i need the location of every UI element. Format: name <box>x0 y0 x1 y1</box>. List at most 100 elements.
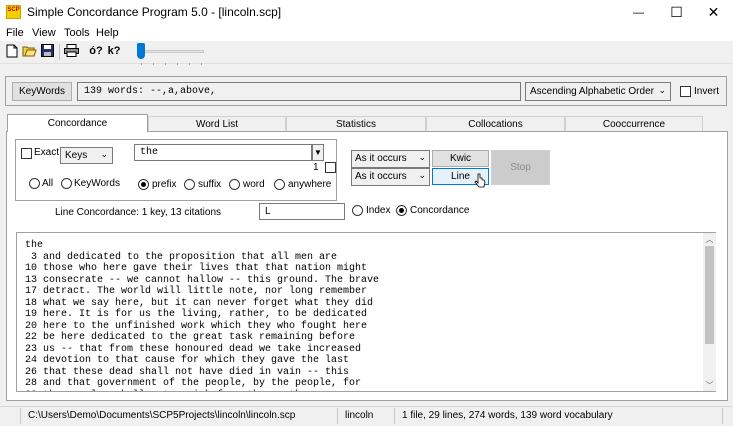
primary-sort-select[interactable]: As it occurs ⌄ <box>351 150 430 168</box>
chevron-down-icon: ▼ <box>314 148 322 157</box>
match-word-radio[interactable] <box>229 179 240 190</box>
slider-tick <box>177 63 178 65</box>
toolbar-separator <box>59 44 60 60</box>
invert-checkbox[interactable] <box>680 86 691 97</box>
chevron-down-icon: ⌄ <box>418 152 426 162</box>
scope-keywords-label: KeyWords <box>74 178 120 189</box>
scroll-down-icon[interactable]: ﹀ <box>703 379 716 391</box>
maximize-icon: ☐ <box>670 4 683 20</box>
concordance-output[interactable]: the 3 and dedicated to the proposition t… <box>16 232 716 392</box>
stop-button[interactable]: Stop <box>491 150 550 185</box>
match-anywhere-radio[interactable] <box>274 179 285 190</box>
secondary-sort-value: As it occurs <box>355 171 407 182</box>
match-prefix-label: prefix <box>152 179 177 190</box>
status-separator <box>337 408 338 424</box>
maximize-button[interactable]: ☐ <box>658 0 695 25</box>
status-separator <box>20 408 21 424</box>
app-icon: SCP <box>6 5 21 19</box>
search-input[interactable]: the <box>134 144 312 161</box>
search-history-dropdown[interactable]: ▼ <box>312 144 324 161</box>
sort-order-value: Ascending Alphabetic Order <box>530 86 654 97</box>
exact-label: Exact <box>34 147 60 158</box>
output-line: 28 and that government of the people, by… <box>25 378 362 389</box>
view-concordance-radio[interactable] <box>396 205 407 216</box>
output-line: 10 those who here gave their lives that … <box>25 263 368 274</box>
concordance-text: the 3 and dedicated to the proposition t… <box>25 240 380 392</box>
invert-label: Invert <box>694 86 720 97</box>
scope-keywords-radio[interactable] <box>61 178 72 189</box>
close-button[interactable]: ✕ <box>695 0 732 25</box>
mouse-cursor-icon <box>474 173 486 192</box>
match-suffix-radio[interactable] <box>184 179 195 190</box>
output-line: 20 here to the unfinished work which the… <box>25 320 368 332</box>
exact-checkbox[interactable] <box>21 148 32 159</box>
keywords-field[interactable]: 139 words: --,a,above, <box>77 82 521 101</box>
output-line: 18 what we say here, but it can never fo… <box>25 297 374 309</box>
slider-tick <box>201 63 202 65</box>
status-summary: 1 file, 29 lines, 274 words, 139 word vo… <box>402 410 613 421</box>
close-icon: ✕ <box>707 4 720 20</box>
match-word-label: word <box>243 179 265 190</box>
slider-tick <box>141 63 142 65</box>
slider-tick <box>189 63 190 65</box>
menu-view[interactable]: View <box>32 27 56 39</box>
view-index-radio[interactable] <box>352 205 363 216</box>
scope-all-label: All <box>42 178 54 189</box>
mode-select-value: Keys <box>65 150 88 161</box>
kwic-button[interactable]: Kwic <box>432 150 489 167</box>
output-line: 13 consecrate -- we cannot hallow -- thi… <box>25 274 380 286</box>
scope-all-radio[interactable] <box>29 178 40 189</box>
line-concordance-label: Line Concordance: 1 key, 13 citations <box>55 207 222 218</box>
mode-select[interactable]: Keys ⌄ <box>60 147 113 164</box>
counter-value: 1 <box>313 162 319 173</box>
minimize-icon: — <box>633 6 644 19</box>
view-concordance-label: Concordance <box>410 205 470 216</box>
minimize-button[interactable]: — <box>620 0 657 25</box>
help-question-icon[interactable]: ó? <box>88 43 104 58</box>
output-line: 19 here. It is for us the living, rather… <box>25 309 368 320</box>
status-separator <box>394 408 395 424</box>
status-separator <box>722 408 723 424</box>
primary-sort-value: As it occurs <box>355 153 407 164</box>
output-line: 24 devotion to that cause for which they… <box>25 355 350 366</box>
keywords-button[interactable]: KeyWords <box>12 82 72 101</box>
output-line: the <box>25 240 44 251</box>
output-line: 3 and dedicated to the proposition that … <box>25 251 338 263</box>
sort-order-select[interactable]: Ascending Alphabetic Order ⌄ <box>525 82 671 101</box>
match-suffix-label: suffix <box>198 179 222 190</box>
output-line: 23 us -- that from these honoured dead w… <box>25 343 362 355</box>
context-help-icon[interactable]: k? <box>106 43 122 58</box>
output-line: 26 that these dead shall not have died i… <box>25 366 350 378</box>
menu-file[interactable]: File <box>6 27 24 39</box>
tab-statistics[interactable]: Statistics <box>286 116 426 131</box>
output-line: 22 be here dedicated to the great task r… <box>25 332 356 343</box>
scroll-up-icon[interactable]: ︿ <box>703 233 716 245</box>
zoom-slider-track[interactable] <box>140 50 204 53</box>
tab-cooccurrence[interactable]: Cooccurrence <box>565 116 703 131</box>
zoom-slider-thumb[interactable] <box>137 43 145 59</box>
secondary-sort-select[interactable]: As it occurs ⌄ <box>351 168 430 186</box>
counter-checkbox[interactable] <box>325 162 336 173</box>
menu-help[interactable]: Help <box>96 27 119 39</box>
scroll-thumb[interactable] <box>705 246 714 344</box>
match-prefix-radio[interactable] <box>138 179 149 190</box>
tab-word-list[interactable]: Word List <box>148 116 286 131</box>
chevron-down-icon: ⌄ <box>418 170 426 180</box>
status-project: lincoln <box>345 410 374 421</box>
tab-concordance[interactable]: Concordance <box>7 114 148 132</box>
status-path: C:\Users\Demo\Documents\SCP5Projects\lin… <box>28 410 296 421</box>
window-title: Simple Concordance Program 5.0 - [lincol… <box>27 5 282 19</box>
output-line: 29 the people, shall not perish from the… <box>25 390 379 392</box>
open-folder-icon[interactable] <box>22 43 37 58</box>
save-icon[interactable] <box>40 43 55 58</box>
slider-tick <box>153 63 154 65</box>
match-anywhere-label: anywhere <box>288 179 332 190</box>
menu-tools[interactable]: Tools <box>64 27 90 39</box>
tab-collocations[interactable]: Collocations <box>426 116 565 131</box>
line-concordance-field[interactable]: L <box>259 203 345 220</box>
print-icon[interactable] <box>64 43 79 58</box>
chevron-down-icon: ⌄ <box>658 85 666 95</box>
chevron-down-icon: ⌄ <box>100 149 108 159</box>
output-line: 17 detract. The world will little note, … <box>25 286 368 297</box>
new-file-icon[interactable] <box>4 43 19 58</box>
